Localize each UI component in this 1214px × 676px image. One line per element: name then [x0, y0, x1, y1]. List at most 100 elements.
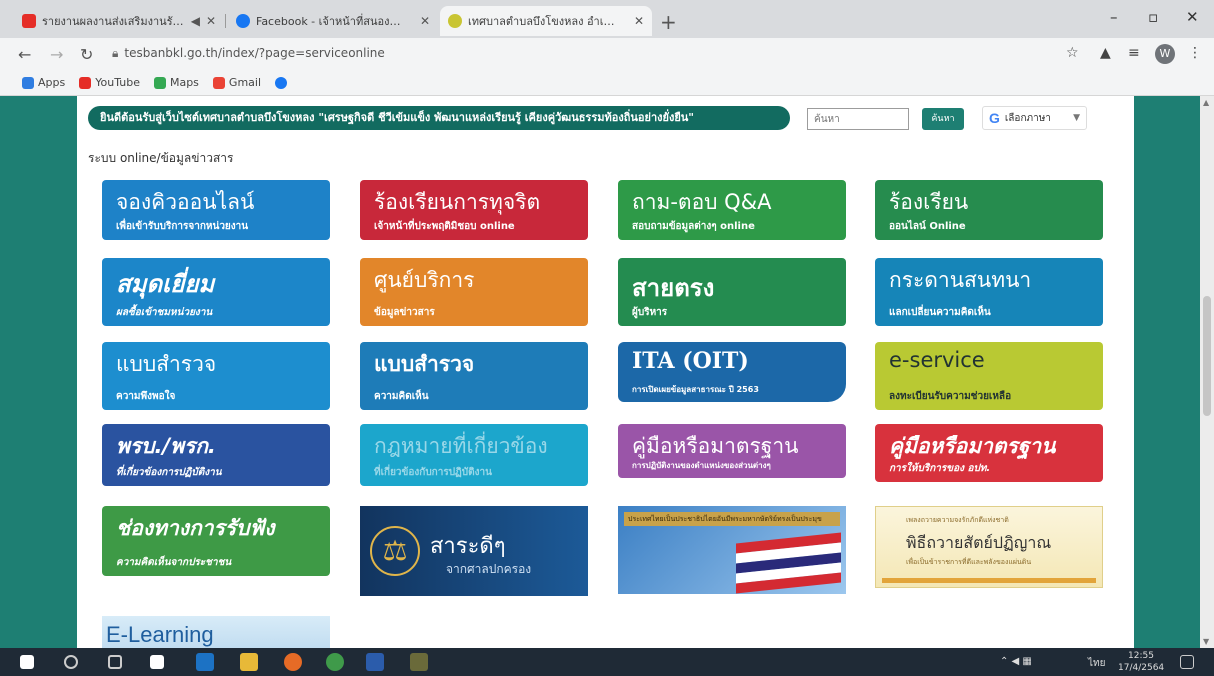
task-view-icon[interactable]: [108, 655, 122, 669]
breadcrumb: ระบบ online/ข้อมูลข่าวสาร: [88, 151, 234, 165]
more-menu-icon[interactable]: ⋮: [1188, 45, 1202, 61]
chrome-icon[interactable]: [326, 653, 344, 671]
banner-subtitle: เพื่อเป็นข้าราชการที่ดีและพลังของแผ่นดิน: [906, 558, 1032, 566]
close-window-button[interactable]: ✕: [1186, 8, 1199, 26]
tile-title: คู่มือหรือมาตรฐาน: [889, 434, 1056, 458]
facebook-favicon-icon: [236, 14, 250, 28]
banner-thai-flag[interactable]: ประเทศไทยเป็นประชาธิปไตยอันมีพระมหากษัตร…: [618, 506, 846, 594]
search-button[interactable]: ค้นหา: [922, 108, 964, 130]
close-tab-icon[interactable]: ✕: [206, 14, 216, 28]
tile-subtitle: ที่เกี่ยวข้องการปฏิบัติงาน: [116, 467, 222, 478]
tile-service-center[interactable]: ศูนย์บริการ ข้อมูลข่าวสาร: [360, 258, 588, 326]
banner-title: พิธีถวายสัตย์ปฏิญาณ: [906, 533, 1052, 552]
tile-e-service[interactable]: e-service ลงทะเบียนรับความช่วยเหลือ: [875, 342, 1103, 410]
google-icon: G: [989, 110, 1000, 126]
banner-elearning[interactable]: E-Learning: [102, 616, 330, 648]
tile-subtitle: ที่เกี่ยวข้องกับการปฏิบัติงาน: [374, 467, 492, 478]
scroll-thumb[interactable]: [1203, 296, 1211, 416]
url-field[interactable]: 🔒︎ tesbanbkl.go.th/index/?page=serviceonl…: [112, 46, 385, 61]
tile-subtitle: การปฏิบัติงานของตำแหน่งของส่วนต่างๆ: [632, 461, 771, 470]
tile-qa[interactable]: ถาม-ตอบ Q&A สอบถามข้อมูลต่างๆ online: [618, 180, 846, 240]
tile-survey-opinion[interactable]: แบบสำรวจ ความคิดเห็น: [360, 342, 588, 410]
tile-title: กระดานสนทนา: [889, 268, 1032, 292]
windows-start-icon[interactable]: [20, 655, 34, 669]
word-icon[interactable]: [366, 653, 384, 671]
scroll-up-icon[interactable]: ▲: [1203, 98, 1209, 107]
tile-subtitle: การเปิดเผยข้อมูลสาธารณะ ปี 2563: [632, 385, 759, 394]
forward-arrow-icon[interactable]: →: [50, 45, 63, 64]
tile-subtitle: ข้อมูลข่าวสาร: [374, 307, 435, 318]
language-select[interactable]: G เลือกภาษา ▼: [982, 106, 1087, 130]
firefox-icon[interactable]: [284, 653, 302, 671]
tile-subtitle: ความพึงพอใจ: [116, 391, 176, 402]
tab-facebook[interactable]: Facebook - เจ้าหน้าที่สนองนโยบาย ✕: [228, 6, 438, 36]
tile-subtitle: ความคิดเห็น: [374, 391, 429, 402]
bookmark-apps[interactable]: Apps: [22, 76, 65, 89]
store-icon[interactable]: [150, 655, 164, 669]
bookmark-star-icon[interactable]: ☆: [1066, 45, 1079, 61]
tile-subtitle: การให้บริการของ อปท.: [889, 463, 991, 474]
extension-icon[interactable]: ▲: [1100, 45, 1111, 61]
lock-icon: 🔒︎: [112, 46, 119, 60]
tile-acts-decrees[interactable]: พรบ./พรก. ที่เกี่ยวข้องการปฏิบัติงาน: [102, 424, 330, 486]
tile-title: จองคิวออนไลน์: [116, 190, 255, 214]
search-icon[interactable]: [64, 655, 78, 669]
notification-icon[interactable]: [1180, 655, 1194, 669]
tile-related-laws[interactable]: กฎหมายที่เกี่ยวข้อง ที่เกี่ยวข้องกับการป…: [360, 424, 588, 486]
bookmarks-bar: Apps YouTube Maps Gmail: [0, 70, 1214, 96]
tray-icons[interactable]: ⌃ ◀ ▦: [1000, 656, 1032, 667]
close-tab-icon[interactable]: ✕: [420, 14, 430, 28]
bookmark-label: Maps: [169, 76, 199, 89]
reading-list-icon[interactable]: ≡: [1128, 45, 1140, 61]
page-scrollbar[interactable]: ▲ ▼: [1200, 96, 1214, 648]
tile-subtitle: แลกเปลี่ยนความคิดเห็น: [889, 307, 991, 318]
bookmark-label: Gmail: [228, 76, 262, 89]
bookmark-youtube[interactable]: YouTube: [79, 76, 140, 89]
tile-public-hearing[interactable]: ช่องทางการรับฟัง ความคิดเห็นจากประชาชน: [102, 506, 330, 576]
reload-icon[interactable]: ↻: [80, 45, 93, 64]
clock-date[interactable]: 17/4/2564: [1118, 663, 1164, 673]
tile-queue-online[interactable]: จองคิวออนไลน์ เพื่อเข้ารับบริการจากหน่วย…: [102, 180, 330, 240]
tile-title: กฎหมายที่เกี่ยวข้อง: [374, 434, 548, 458]
tile-direct-line[interactable]: สายตรง ผู้บริหาร: [618, 258, 846, 326]
new-tab-button[interactable]: +: [660, 10, 677, 34]
facebook-icon: [275, 76, 288, 89]
clock-time[interactable]: 12:55: [1128, 651, 1154, 661]
youtube-icon: [79, 76, 92, 89]
gmail-icon: [212, 76, 225, 89]
tile-manual-work[interactable]: คู่มือหรือมาตรฐาน การปฏิบัติงานของตำแหน่…: [618, 424, 846, 478]
tile-subtitle: สอบถามข้อมูลต่างๆ online: [632, 221, 755, 232]
maximize-button[interactable]: ▫: [1148, 8, 1158, 26]
file-explorer-icon[interactable]: [240, 653, 258, 671]
scroll-down-icon[interactable]: ▼: [1203, 637, 1209, 646]
close-tab-icon[interactable]: ✕: [634, 14, 644, 28]
bookmark-maps[interactable]: Maps: [153, 76, 199, 89]
tab-tesban[interactable]: เทศบาลตำบลบึงโขงหลง อำเภอบึงโขงหลง ✕: [440, 6, 652, 36]
tile-title: e-service: [889, 348, 985, 372]
tile-manual-service[interactable]: คู่มือหรือมาตรฐาน การให้บริการของ อปท.: [875, 424, 1103, 482]
input-language[interactable]: ไทย: [1088, 656, 1105, 671]
bookmark-gmail[interactable]: Gmail: [212, 76, 262, 89]
tile-complaint-online[interactable]: ร้องเรียน ออนไลน์ Online: [875, 180, 1103, 240]
tile-title: สายตรง: [632, 274, 715, 302]
tile-guestbook[interactable]: สมุดเยี่ยม ผลซื้อเข้าชมหน่วยงาน: [102, 258, 330, 326]
tab-youtube[interactable]: รายงานผลงานส่งเสริมงานรัฐ - YouTube ◀ ✕: [14, 6, 224, 36]
tab-title: เทศบาลตำบลบึงโขงหลง อำเภอบึงโขงหลง: [468, 15, 618, 28]
tile-title: ถาม-ตอบ Q&A: [632, 190, 772, 214]
profile-avatar[interactable]: W: [1155, 44, 1175, 64]
address-bar: ← → ↻ 🔒︎ tesbanbkl.go.th/index/?page=serv…: [0, 38, 1214, 70]
bookmark-facebook[interactable]: [275, 76, 288, 89]
minimize-button[interactable]: –: [1110, 8, 1118, 26]
banner-stripe: [882, 578, 1096, 583]
search-input[interactable]: [807, 108, 909, 130]
banner-admin-court[interactable]: ⚖ สาระดีๆ จากศาลปกครอง: [360, 506, 588, 596]
mail-icon[interactable]: [196, 653, 214, 671]
tile-survey-satisfaction[interactable]: แบบสำรวจ ความพึงพอใจ: [102, 342, 330, 410]
tile-ita-oit[interactable]: ITA (OIT) การเปิดเผยข้อมูลสาธารณะ ปี 256…: [618, 342, 846, 402]
back-arrow-icon[interactable]: ←: [18, 45, 31, 64]
banner-oath-ceremony[interactable]: เพลงถวายความจงรักภักดีแห่งชาติ พิธีถวายส…: [875, 506, 1103, 588]
tile-subtitle: ลงทะเบียนรับความช่วยเหลือ: [889, 391, 1012, 402]
tile-webboard[interactable]: กระดานสนทนา แลกเปลี่ยนความคิดเห็น: [875, 258, 1103, 326]
app-icon[interactable]: [410, 653, 428, 671]
tile-corruption-complaint[interactable]: ร้องเรียนการทุจริต เจ้าหน้าที่ประพฤติมิช…: [360, 180, 588, 240]
